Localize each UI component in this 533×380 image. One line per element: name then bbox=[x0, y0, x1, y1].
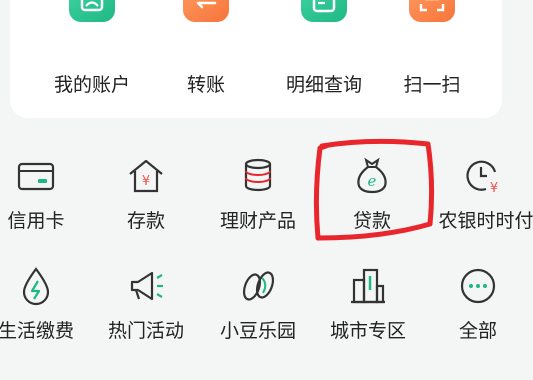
megaphone-icon bbox=[126, 266, 166, 306]
abc-instant-pay-label: 农银时时付 bbox=[438, 210, 533, 232]
clock-yuan-icon: ¥ bbox=[462, 156, 502, 196]
svg-text:¥: ¥ bbox=[490, 181, 498, 196]
quick-actions-card: 我的账户 转账 明细查询 扫一扫 bbox=[10, 0, 502, 118]
bean-park-label: 小豆乐园 bbox=[219, 320, 296, 342]
deposit-house-icon: ¥ bbox=[126, 156, 166, 196]
city-zone-label: 城市专区 bbox=[329, 320, 406, 342]
scan-label: 扫一扫 bbox=[403, 74, 461, 96]
my-account-label: 我的账户 bbox=[53, 74, 130, 96]
deposit-label: 存款 bbox=[126, 210, 165, 232]
transfer-label: 转账 bbox=[186, 74, 225, 96]
coin-stack-icon bbox=[238, 156, 278, 196]
credit-card-label: 信用卡 bbox=[7, 210, 65, 232]
all-services-label: 全部 bbox=[458, 320, 497, 342]
building-icon bbox=[348, 266, 388, 306]
hot-activities-label: 热门活动 bbox=[107, 320, 184, 342]
wealth-products-label: 理财产品 bbox=[219, 210, 296, 232]
svg-text:¥: ¥ bbox=[142, 174, 150, 189]
transfer-icon bbox=[183, 0, 229, 22]
red-annotation-highlight bbox=[313, 138, 435, 241]
account-icon bbox=[69, 0, 115, 22]
more-dots-icon bbox=[458, 266, 498, 306]
scan-icon bbox=[409, 0, 455, 22]
statement-query-label: 明细查询 bbox=[285, 74, 362, 96]
life-payment-label: 生活缴费 bbox=[0, 320, 74, 342]
credit-card-icon bbox=[16, 156, 56, 196]
water-drop-icon bbox=[16, 266, 56, 306]
statement-icon bbox=[301, 0, 347, 22]
beans-icon bbox=[238, 266, 278, 306]
